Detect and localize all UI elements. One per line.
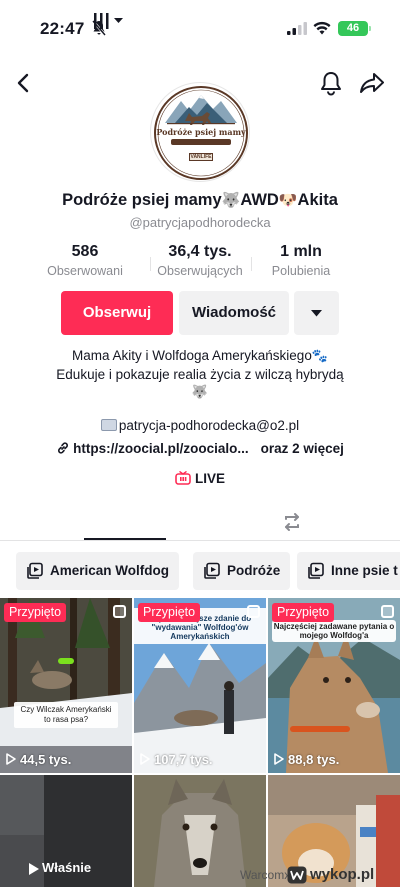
now-playing-label: Właśnie	[42, 860, 92, 875]
wifi-icon	[313, 21, 331, 35]
back-arrow-icon[interactable]	[12, 70, 36, 96]
email-card-icon	[100, 419, 117, 431]
share-arrow-icon[interactable]	[358, 70, 386, 96]
profile-bio: Mama Akity i Wolfdoga Amerykańskiego🐾 Ed…	[0, 347, 400, 402]
stat-followers-value: 36,4 tys.	[168, 243, 232, 260]
select-checkbox[interactable]	[247, 605, 260, 618]
playlist-chip[interactable]: Inne psie t	[297, 552, 400, 590]
avatar-logo-ribbon	[171, 139, 231, 145]
follow-button[interactable]: Obserwuj	[61, 291, 173, 335]
stat-following[interactable]: 586 Obserwowani	[35, 243, 135, 278]
profile-display-name: Podróże psiej mamy🐺AWD🐶Akita	[0, 191, 400, 210]
link-chain-icon	[58, 442, 69, 454]
bio-line-2: Edukuje i pokazuje realia życia z wilczą…	[56, 367, 344, 382]
video-grid-icon	[94, 13, 123, 29]
video-thumbnail[interactable]: Właśnie	[0, 775, 132, 887]
playlist-chip[interactable]: American Wolfdog	[16, 552, 180, 590]
forest-snow-thumbnail-image	[0, 598, 132, 773]
play-filled-icon	[29, 863, 39, 875]
notification-bell-icon[interactable]	[318, 70, 344, 96]
play-icon	[6, 753, 16, 765]
stat-likes-value: 1 mln	[280, 243, 322, 260]
video-thumbnail[interactable]: Najzabawniejsze zdanie do "wydawania" Wo…	[134, 598, 266, 773]
playlist-chips: American Wolfdog Podróże Inne psie t	[0, 552, 400, 592]
stat-likes-label: Polubienia	[271, 264, 331, 278]
live-button[interactable]: LIVE	[0, 471, 400, 486]
view-count: 88,8 tys.	[274, 752, 339, 767]
playlist-icon	[27, 562, 43, 579]
stat-likes[interactable]: 1 mln Polubienia	[251, 243, 351, 278]
play-icon	[274, 753, 284, 765]
profile-stats: 586 Obserwowani 36,4 tys. Obserwujących …	[0, 243, 400, 279]
wykop-logo-icon	[287, 866, 307, 884]
pinned-badge: Przypięto	[138, 603, 201, 622]
live-label: LIVE	[194, 471, 225, 486]
video-caption: Czy Wilczak Amerykański to rasa psa?	[14, 702, 118, 728]
video-grid: Przypięto Czy Wilczak Amerykański to ras…	[0, 598, 400, 887]
bio-line-1: Mama Akity i Wolfdoga Amerykańskiego	[71, 348, 312, 363]
battery-tip	[369, 26, 371, 31]
display-name-text: Podróże psiej mamy	[62, 191, 222, 209]
status-time: 22:47	[40, 19, 85, 38]
select-checkbox[interactable]	[113, 605, 126, 618]
playlist-chip-label: Podróże	[227, 563, 281, 578]
wolf-emoji: 🐺	[191, 385, 209, 400]
dog-face-emoji: 🐶	[278, 191, 298, 209]
play-icon	[140, 753, 150, 765]
view-count: 44,5 tys.	[6, 752, 71, 767]
profile-avatar[interactable]: Podróże psiej mamy VANLIFE	[150, 82, 250, 182]
display-name-end: Akita	[297, 191, 338, 209]
source-watermark: Warcomx z wykop.pl	[240, 866, 374, 886]
link-text: https://zoocial.pl/zoocialo...	[73, 441, 249, 456]
view-count-text: 107,7 tys.	[154, 752, 213, 767]
playlist-icon	[308, 562, 324, 579]
status-bar: 22:47 46	[0, 0, 400, 56]
link-more-text[interactable]: oraz 2 więcej	[261, 441, 344, 456]
email-text: patrycja-podhorodecka@o2.pl	[118, 418, 300, 433]
playlist-chip-label: Inne psie t	[331, 563, 398, 578]
view-count: 107,7 tys.	[140, 752, 213, 767]
avatar-logo-title: Podróże psiej mamy	[156, 127, 246, 137]
profile-username: @patrycjapodhorodecka	[129, 215, 271, 230]
profile-link[interactable]: https://zoocial.pl/zoocialo... oraz 2 wię…	[0, 441, 400, 456]
stat-followers[interactable]: 36,4 tys. Obserwujących	[150, 243, 250, 278]
cellular-signal-icon	[287, 22, 307, 35]
stat-following-value: 586	[71, 243, 99, 260]
video-thumbnail[interactable]: Najczęściej zadawane pytania o mojego Wo…	[268, 598, 400, 773]
paw-prints-emoji: 🐾	[311, 349, 329, 364]
video-thumbnail[interactable]: Przypięto Czy Wilczak Amerykański to ras…	[0, 598, 132, 773]
display-name-mid: AWD	[240, 191, 279, 209]
live-tv-icon	[175, 471, 191, 485]
playlist-icon	[204, 562, 220, 579]
battery-indicator: 46	[338, 21, 368, 36]
view-count-text: 44,5 tys.	[20, 752, 72, 767]
playlist-chip-label: American Wolfdog	[50, 563, 170, 578]
message-button[interactable]: Wiadomość	[179, 291, 289, 335]
video-caption: Najczęściej zadawane pytania o mojego Wo…	[272, 620, 396, 642]
tabs-divider	[0, 540, 400, 541]
dropdown-caret-icon	[311, 310, 322, 317]
select-checkbox[interactable]	[381, 605, 394, 618]
more-options-button[interactable]	[294, 291, 339, 335]
watermark-site: wykop.pl	[310, 866, 375, 883]
wolf-emoji: 🐺	[221, 191, 241, 209]
view-count-text: 88,8 tys.	[288, 752, 340, 767]
profile-email[interactable]: patrycja-podhorodecka@o2.pl	[0, 418, 400, 433]
pinned-badge: Przypięto	[4, 603, 67, 622]
stat-followers-label: Obserwujących	[157, 264, 243, 278]
playlist-chip[interactable]: Podróże	[193, 552, 291, 590]
pinned-badge: Przypięto	[272, 603, 335, 622]
repost-icon[interactable]	[280, 510, 304, 534]
tab-videos[interactable]	[84, 8, 166, 40]
stat-following-label: Obserwowani	[47, 264, 123, 278]
avatar-logo-brand: VANLIFE	[189, 153, 213, 161]
